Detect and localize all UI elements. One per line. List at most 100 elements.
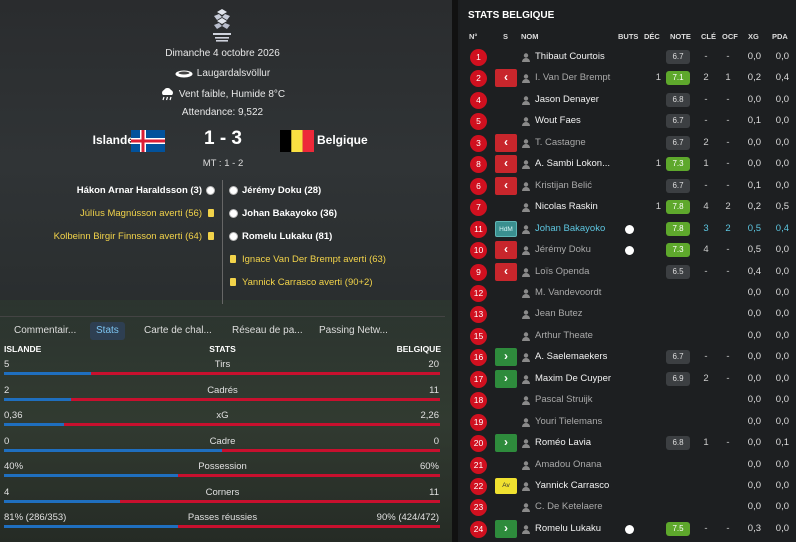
player-name[interactable]: Amadou Onana	[535, 459, 617, 470]
player-name[interactable]: Nicolas Raskin	[535, 201, 617, 212]
player-row[interactable]: 20 › Roméo Lavia 6.8 1 - 0,0 0,1	[460, 433, 796, 454]
halftime-score: MT : 1 - 2	[202, 158, 244, 169]
player-number: 2	[470, 70, 487, 88]
player-name[interactable]: Pascal Struijk	[535, 394, 617, 405]
player-row[interactable]: 15 Arthur Theate 0,0 0,0	[460, 326, 796, 347]
player-row[interactable]: 11 HdM Johan Bakayoko 7.8 3 2 0,5 0,4	[460, 219, 796, 240]
goal-ball-icon	[206, 186, 215, 195]
player-name[interactable]: Johan Bakayoko	[535, 223, 617, 234]
player-name[interactable]: Maxim De Cuyper	[535, 373, 617, 384]
player-name[interactable]: A. Saelemaekers	[535, 351, 617, 362]
subbed-in-icon: ›	[495, 434, 517, 453]
player-row[interactable]: 3 ‹ T. Castagne 6.7 2 - 0,0 0,0	[460, 133, 796, 154]
player-name[interactable]: Jérémy Doku	[535, 244, 617, 255]
player-row[interactable]: 5 Wout Faes 6.7 - - 0,1 0,0	[460, 111, 796, 132]
player-row[interactable]: 6 ‹ Kristijan Belić 6.7 - - 0,1 0,0	[460, 176, 796, 197]
col-chances[interactable]: OCF	[722, 32, 738, 41]
goal-ball-icon	[625, 246, 634, 256]
player-rating: 6.9	[666, 371, 690, 386]
player-name[interactable]: Romelu Lukaku	[535, 523, 617, 534]
player-row[interactable]: 13 Jean Butez 0,0 0,0	[460, 304, 796, 325]
subbed-in-icon: ›	[495, 369, 517, 388]
player-row[interactable]: 8 ‹ A. Sambi Lokon... 1 7.3 1 - 0,0 0,0	[460, 154, 796, 175]
player-name[interactable]: A. Sambi Lokon...	[535, 158, 617, 169]
col-name[interactable]: NOM	[521, 32, 539, 41]
player-row[interactable]: 10 ‹ Jérémy Doku 7.3 4 - 0,5 0,0	[460, 240, 796, 261]
player-number: 17	[470, 370, 487, 388]
player-row[interactable]: 22 Av Yannick Carrasco 0,0 0,0	[460, 476, 796, 497]
tab-passing-network[interactable]: Passing Netw...	[313, 322, 394, 340]
player-name[interactable]: Yannick Carrasco	[535, 480, 617, 491]
player-row[interactable]: 9 ‹ Loïs Openda 6.5 - - 0,4 0,0	[460, 262, 796, 283]
player-number: 8	[470, 156, 487, 174]
player-pda: 0,4	[775, 222, 789, 234]
person-icon	[522, 289, 530, 298]
col-sub[interactable]: S	[503, 32, 508, 41]
away-event: Jérémy Doku (28)	[242, 185, 322, 196]
player-pda: 0,0	[775, 480, 789, 491]
player-name[interactable]: M. Vandevoordt	[535, 287, 617, 298]
tab-commentary[interactable]: Commentair...	[8, 322, 82, 340]
player-number: 11	[470, 220, 487, 238]
stat-bar-home-fill	[4, 423, 64, 426]
player-key-passes: -	[704, 51, 708, 62]
man-of-match-badge: HdM	[495, 220, 517, 237]
col-pda[interactable]: PDA	[772, 32, 788, 41]
player-chances: 1	[725, 72, 731, 84]
player-name[interactable]: Youri Tielemans	[535, 416, 617, 427]
player-name[interactable]: Jason Denayer	[535, 94, 617, 105]
player-number: 23	[470, 499, 487, 517]
player-row[interactable]: 24 › Romelu Lukaku 7.5 - - 0,3 0,0	[460, 519, 796, 540]
player-number: 10	[470, 242, 487, 260]
player-name[interactable]: Thibaut Courtois	[535, 51, 617, 62]
col-key-passes[interactable]: CLÉ	[701, 32, 716, 41]
col-decisive[interactable]: DÉC	[644, 32, 660, 41]
player-key-passes: -	[704, 522, 708, 534]
tab-stats[interactable]: Stats	[90, 322, 125, 340]
player-pda: 0,0	[775, 372, 789, 384]
player-row[interactable]: 18 Pascal Struijk 0,0 0,0	[460, 390, 796, 411]
player-row[interactable]: 7 Nicolas Raskin 1 7.8 4 2 0,2 0,5	[460, 197, 796, 218]
away-event: Yannick Carrasco averti (90+2)	[242, 277, 373, 288]
col-number[interactable]: N°	[469, 32, 477, 41]
col-rating[interactable]: NOTE	[670, 32, 691, 41]
person-icon	[522, 375, 530, 384]
player-pda: 0,1	[775, 437, 789, 449]
player-name[interactable]: Arthur Theate	[535, 330, 617, 341]
player-xg: 0,0	[747, 158, 761, 170]
player-name[interactable]: T. Castagne	[535, 137, 617, 148]
player-row[interactable]: 4 Jason Denayer 6.8 - - 0,0 0,0	[460, 90, 796, 111]
player-xg: 0,2	[747, 201, 761, 213]
person-icon	[522, 53, 530, 62]
player-xg: 0,0	[747, 351, 761, 363]
player-name[interactable]: Kristijan Belić	[535, 180, 617, 191]
player-row[interactable]: 21 Amadou Onana 0,0 0,0	[460, 455, 796, 476]
player-name[interactable]: I. Van Der Brempt	[535, 72, 617, 83]
player-key-passes: 3	[703, 222, 709, 234]
player-name[interactable]: Wout Faes	[535, 115, 617, 126]
tab-pass-network[interactable]: Réseau de pa...	[226, 322, 309, 340]
player-row[interactable]: 23 C. De Ketelaere 0,0 0,0	[460, 497, 796, 518]
player-row[interactable]: 2 ‹ I. Van Der Brempt 1 7.1 2 1 0,2 0,4	[460, 68, 796, 89]
player-stats-title: STATS BELGIQUE	[468, 10, 555, 21]
player-name[interactable]: Jean Butez	[535, 308, 617, 319]
player-row[interactable]: 1 Thibaut Courtois 6.7 - - 0,0 0,0	[460, 47, 796, 68]
player-pda: 0,0	[775, 244, 789, 256]
player-xg: 0,0	[747, 51, 761, 62]
player-name[interactable]: Roméo Lavia	[535, 437, 617, 448]
player-row[interactable]: 16 › A. Saelemaekers 6.7 - - 0,0 0,0	[460, 347, 796, 368]
col-xg[interactable]: XG	[748, 32, 759, 41]
player-name[interactable]: Loïs Openda	[535, 266, 617, 277]
player-pda: 0,0	[775, 351, 789, 363]
player-row[interactable]: 17 › Maxim De Cuyper 6.9 2 - 0,0 0,0	[460, 369, 796, 390]
player-row[interactable]: 19 Youri Tielemans 0,0 0,0	[460, 412, 796, 433]
player-number: 6	[470, 177, 487, 195]
player-row[interactable]: 12 M. Vandevoordt 0,0 0,0	[460, 283, 796, 304]
subbed-out-icon: ‹	[495, 69, 517, 88]
stat-bar	[4, 449, 440, 452]
col-goals[interactable]: BUTS	[618, 32, 638, 41]
stadium-name: Laugardalsvöllur	[196, 68, 271, 79]
player-name[interactable]: C. De Ketelaere	[535, 501, 617, 512]
tab-heatmap[interactable]: Carte de chal...	[138, 322, 218, 340]
person-icon	[522, 332, 530, 341]
